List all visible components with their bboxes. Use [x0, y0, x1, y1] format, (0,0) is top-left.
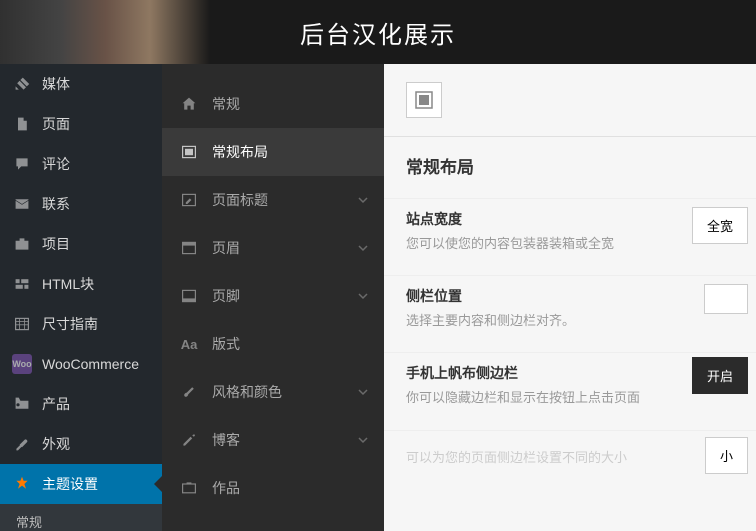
chevron-down-icon	[358, 240, 368, 256]
media-icon	[12, 74, 32, 94]
pencil-icon	[180, 431, 198, 449]
works-icon	[180, 479, 198, 497]
nav-label: 版式	[212, 334, 240, 354]
sidebar-sub-general[interactable]: 常规	[0, 504, 162, 531]
field-label-mobile-sidebar: 手机上帆布侧边栏	[406, 363, 734, 383]
sidebar-item-label: 外观	[42, 434, 70, 454]
site-width-button[interactable]: 全宽	[692, 207, 748, 244]
edit-icon	[180, 191, 198, 209]
sidebar-item-sizeguide[interactable]: 尺寸指南	[0, 304, 162, 344]
product-icon	[12, 394, 32, 414]
grid-icon	[12, 314, 32, 334]
sidebar-item-portfolio[interactable]: 项目	[0, 224, 162, 264]
panel-layout-icon	[406, 82, 442, 118]
nav-item-footer[interactable]: 页脚	[162, 272, 384, 320]
sidebar-item-label: WooCommerce	[42, 356, 139, 372]
layout-icon	[180, 143, 198, 161]
sidebar-item-label: 评论	[42, 154, 70, 174]
chevron-down-icon	[358, 288, 368, 304]
nav-item-general-layout[interactable]: 常规布局	[162, 128, 384, 176]
sidebar-item-theme-settings[interactable]: 主题设置	[0, 464, 162, 504]
sidebar-item-label: 尺寸指南	[42, 314, 98, 334]
nav-item-header[interactable]: 页眉	[162, 224, 384, 272]
panel-title: 常规布局	[384, 136, 756, 198]
header-icon	[180, 239, 198, 257]
theme-icon	[12, 474, 32, 494]
nav-item-works[interactable]: 作品	[162, 464, 384, 512]
portfolio-icon	[12, 234, 32, 254]
mobile-sidebar-toggle[interactable]: 开启	[692, 357, 748, 394]
nav-label: 页脚	[212, 286, 240, 306]
nav-item-page-title[interactable]: 页面标题	[162, 176, 384, 224]
field-desc: 选择主要内容和侧边栏对齐。	[406, 312, 734, 330]
sidebar-item-products[interactable]: 产品	[0, 384, 162, 424]
sidebar-item-htmlblock[interactable]: HTML块	[0, 264, 162, 304]
hero-banner: 后台汉化展示	[0, 0, 756, 64]
sidebar-item-label: 主题设置	[42, 474, 98, 494]
sidebar-position-select[interactable]	[704, 284, 748, 314]
hero-title: 后台汉化展示	[300, 15, 456, 50]
nav-label: 页眉	[212, 238, 240, 258]
sidebar-item-woocommerce[interactable]: Woo WooCommerce	[0, 344, 162, 384]
nav-label: 作品	[212, 478, 240, 498]
nav-label: 页面标题	[212, 190, 268, 210]
field-desc: 你可以隐藏边栏和显示在按钮上点击页面	[406, 389, 734, 407]
nav-item-general[interactable]: 常规	[162, 80, 384, 128]
chevron-down-icon	[358, 384, 368, 400]
sidebar-item-media[interactable]: 媒体	[0, 64, 162, 104]
nav-item-style-colors[interactable]: 风格和颜色	[162, 368, 384, 416]
sidebar-item-label: 项目	[42, 234, 70, 254]
field-desc: 您可以使您的内容包装器装箱或全宽	[406, 235, 734, 253]
sidebar-item-label: HTML块	[42, 274, 94, 294]
nav-label: 博客	[212, 430, 240, 450]
chevron-down-icon	[358, 192, 368, 208]
hero-bg-image	[0, 0, 300, 64]
nav-label: 常规布局	[212, 142, 268, 162]
nav-item-blog[interactable]: 博客	[162, 416, 384, 464]
sidebar-item-comments[interactable]: 评论	[0, 144, 162, 184]
sidebar-size-button[interactable]: 小	[705, 437, 748, 474]
home-icon	[180, 95, 198, 113]
chevron-down-icon	[358, 432, 368, 448]
footer-icon	[180, 287, 198, 305]
sidebar-item-label: 媒体	[42, 74, 70, 94]
mail-icon	[12, 194, 32, 214]
sidebar-item-contact[interactable]: 联系	[0, 184, 162, 224]
comment-icon	[12, 154, 32, 174]
sidebar-item-appearance[interactable]: 外观	[0, 424, 162, 464]
nav-item-typography[interactable]: Aa 版式	[162, 320, 384, 368]
nav-label: 常规	[212, 94, 240, 114]
sidebar-item-pages[interactable]: 页面	[0, 104, 162, 144]
sidebar-item-label: 页面	[42, 114, 70, 134]
html-icon	[12, 274, 32, 294]
theme-options-nav: 常规 常规布局 页面标题 页眉 页脚 Aa	[162, 64, 384, 531]
settings-panel: 常规布局 站点宽度 您可以使您的内容包装器装箱或全宽 全宽 侧栏位置 选择主要内…	[384, 64, 756, 531]
field-label-sidebar-position: 侧栏位置	[406, 286, 734, 306]
type-icon: Aa	[180, 335, 198, 353]
brush-icon	[180, 383, 198, 401]
wp-admin-sidebar: 媒体 页面 评论 联系 项目 HTML块 尺寸指南 Woo WooCommerc	[0, 64, 162, 531]
woo-icon: Woo	[12, 354, 32, 374]
page-icon	[12, 114, 32, 134]
sidebar-item-label: 产品	[42, 394, 70, 414]
appearance-icon	[12, 434, 32, 454]
nav-label: 风格和颜色	[212, 382, 282, 402]
field-desc: 可以为您的页面侧边栏设置不同的大小	[406, 449, 734, 467]
field-label-site-width: 站点宽度	[406, 209, 734, 229]
sidebar-item-label: 联系	[42, 194, 70, 214]
